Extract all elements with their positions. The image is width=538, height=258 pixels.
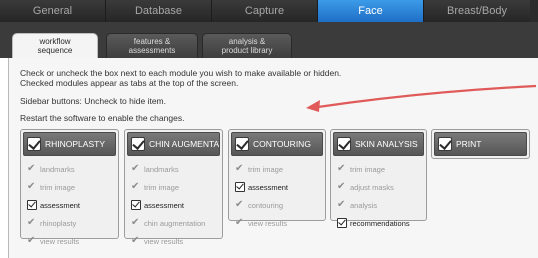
checkmark-icon: ✔ — [235, 199, 244, 210]
item-checkbox[interactable] — [337, 218, 347, 228]
item-checkbox[interactable] — [131, 200, 141, 210]
item-label: assessment — [40, 200, 81, 210]
checkmark-icon: ✔ — [27, 163, 36, 174]
item-label: adjust masks — [350, 182, 394, 192]
subtab-workflow-sequence[interactable]: workflow sequence — [12, 33, 98, 58]
module-header: PRINT — [434, 132, 527, 156]
subtab-label-line2: product library — [221, 46, 273, 55]
tab-database[interactable]: Database — [106, 0, 212, 22]
list-item: ✔ view results — [21, 232, 118, 250]
list-item: ✔ contouring — [229, 196, 325, 214]
checkmark-icon: ✔ — [27, 217, 36, 228]
list-item: ✔ trim image — [331, 160, 426, 178]
checkmark-icon: ✔ — [235, 163, 244, 174]
subtab-analysis-product-library[interactable]: analysis & product library — [202, 33, 292, 58]
checkmark-icon: ✔ — [131, 217, 140, 228]
tab-capture[interactable]: Capture — [212, 0, 318, 22]
item-label: landmarks — [144, 164, 179, 174]
subtab-label-line1: analysis & — [228, 37, 266, 46]
module-checkbox[interactable] — [131, 137, 145, 151]
subtab-label-line1: features & — [133, 37, 171, 46]
module-title: PRINT — [456, 139, 482, 149]
subtab-label-line2: sequence — [37, 46, 73, 55]
item-label: trim image — [350, 164, 386, 174]
module-skin-analysis: SKIN ANALYSIS ✔ trim image ✔ adjust masks … — [330, 129, 427, 228]
item-label: contouring — [248, 200, 284, 210]
list-item: ✔ chin augmentation — [125, 214, 222, 232]
module-title: SKIN ANALYSIS — [355, 139, 418, 149]
subtab-label-line2: assessments — [128, 46, 176, 55]
item-label: trim image — [144, 182, 180, 192]
module-header: SKIN ANALYSIS — [333, 132, 424, 156]
list-item: ✔ rhinoplasty — [21, 214, 118, 232]
checkmark-icon: ✔ — [27, 235, 36, 246]
sub-tab-bar: workflow sequence features & assessments… — [0, 22, 538, 58]
checkmark-icon: ✔ — [131, 235, 140, 246]
tab-general[interactable]: General — [0, 0, 106, 22]
item-checkbox[interactable] — [235, 182, 245, 192]
module-header: CHIN AUGMENTATIO — [127, 132, 220, 156]
checkmark-icon: ✔ — [235, 217, 244, 228]
list-item: ✔ trim image — [125, 178, 222, 196]
checkmark-icon: ✔ — [131, 163, 140, 174]
checkmark-icon: ✔ — [337, 181, 346, 192]
item-checkbox[interactable] — [27, 200, 37, 210]
item-label: recommendations — [350, 218, 410, 228]
item-label: view results — [144, 236, 184, 246]
subtab-label-line1: workflow — [39, 37, 71, 46]
list-item: ✔ trim image — [229, 160, 325, 178]
module-checkbox[interactable] — [438, 137, 452, 151]
list-item: ✔ landmarks — [21, 160, 118, 178]
module-chin-augmentation: CHIN AUGMENTATIO ✔landmarks ✔trim image … — [124, 129, 223, 246]
module-rhinoplasty: RHINOPLASTY ✔ landmarks ✔ trim image asses… — [20, 129, 119, 246]
instruction-line-4: Restart the software to enable the chang… — [20, 113, 185, 123]
instruction-line-3: Sidebar buttons: Uncheck to hide item. — [20, 96, 166, 106]
module-checkbox[interactable] — [337, 137, 351, 151]
list-item: ✔ analysis — [331, 196, 426, 214]
main-tab-bar: General Database Capture Face Breast/Bod… — [0, 0, 538, 22]
module-checkbox[interactable] — [27, 137, 41, 151]
item-label: analysis — [350, 200, 378, 210]
list-item[interactable]: assessment — [125, 196, 222, 214]
item-label: view results — [248, 218, 288, 228]
checkmark-icon: ✔ — [337, 163, 346, 174]
list-item[interactable]: recommendations — [331, 214, 426, 232]
module-print: PRINT — [431, 129, 530, 159]
item-label: landmarks — [40, 164, 75, 174]
module-title: CONTOURING — [253, 139, 311, 149]
item-label: chin augmentation — [144, 218, 206, 228]
module-contouring: CONTOURING ✔ trim image assessment ✔ conto… — [228, 129, 326, 228]
list-item: ✔ view results — [125, 232, 222, 250]
module-header: RHINOPLASTY — [23, 132, 116, 156]
item-label: trim image — [40, 182, 76, 192]
list-item[interactable]: assessment — [21, 196, 118, 214]
item-label: rhinoplasty — [40, 218, 77, 228]
module-checkbox[interactable] — [235, 137, 249, 151]
item-label: assessment — [248, 182, 289, 192]
item-label: view results — [40, 236, 80, 246]
item-label: assessment — [144, 200, 185, 210]
checkmark-icon: ✔ — [131, 181, 140, 192]
tab-breast-body[interactable]: Breast/Body — [424, 0, 530, 22]
list-item: ✔ adjust masks — [331, 178, 426, 196]
list-item: ✔ trim image — [21, 178, 118, 196]
checkmark-icon: ✔ — [337, 199, 346, 210]
list-item: ✔ view results — [229, 214, 325, 232]
subtab-features-assessments[interactable]: features & assessments — [106, 33, 198, 58]
instruction-line-2: Checked modules appear as tabs at the to… — [20, 78, 239, 88]
checkmark-icon: ✔ — [27, 181, 36, 192]
instruction-line-1: Check or uncheck the box next to each mo… — [20, 68, 342, 78]
module-title: RHINOPLASTY — [45, 139, 105, 149]
module-header: CONTOURING — [231, 132, 323, 156]
tab-face[interactable]: Face — [318, 0, 424, 22]
module-title: CHIN AUGMENTATIO — [149, 139, 219, 149]
item-label: trim image — [248, 164, 284, 174]
list-item: ✔ landmarks — [125, 160, 222, 178]
list-item[interactable]: assessment — [229, 178, 325, 196]
